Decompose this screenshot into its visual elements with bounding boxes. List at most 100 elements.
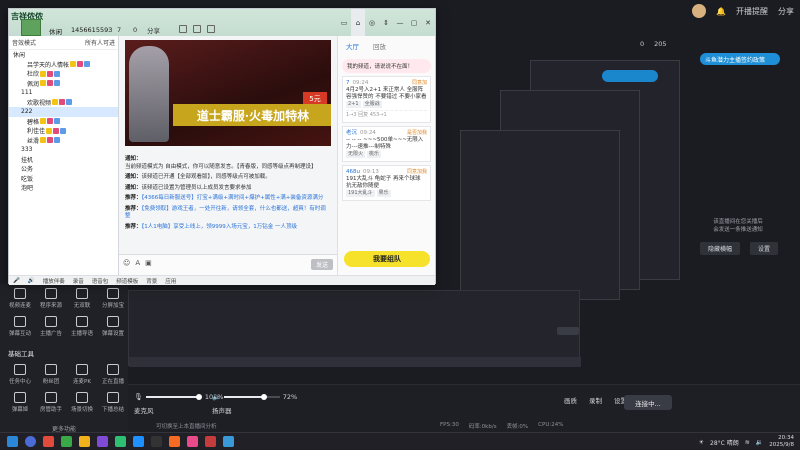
app-icon-3[interactable] (97, 436, 108, 447)
join-team-button[interactable]: 我要组队 (344, 251, 430, 267)
channel-template-button[interactable]: 频道模板 (116, 277, 138, 285)
tree-channel[interactable]: 222 (9, 107, 118, 117)
message-text[interactable]: 【4366每日新服送号】打宝+满级+满时间+爆护+属性+满+装备资源满分 (142, 195, 324, 201)
remind-label[interactable]: 开播提醒 (736, 6, 768, 17)
tool-tip[interactable]: 主播导语 (68, 316, 96, 342)
speaker-slider[interactable] (223, 394, 280, 400)
home-icon[interactable]: ⌂ (351, 9, 365, 36)
go-live-button[interactable]: 连接中... (624, 395, 672, 410)
gift-icon[interactable] (179, 25, 187, 33)
game-ad-banner[interactable]: 5元 道士霸服·火毒加特林 (125, 40, 331, 146)
message-text[interactable]: 【免费领取】游戏王者，一处开往新，请领全套，什么也都送，超爽！有时调整 (125, 206, 326, 220)
notice-icon[interactable]: 🔔 (716, 7, 726, 16)
tool-fans[interactable]: 粉丝团 (37, 364, 65, 390)
emoji-icon[interactable]: ☺ (123, 259, 130, 267)
menu-icon[interactable] (207, 25, 215, 33)
quality-button[interactable]: 画质 (564, 395, 577, 405)
wifi-icon[interactable]: ≋ (745, 439, 750, 446)
search-icon[interactable] (25, 436, 36, 447)
tool-split[interactable]: 分屏加宝 (99, 288, 127, 314)
card-reply[interactable]: 1→3 回复 453→1 (346, 110, 427, 119)
tree-channel[interactable]: 泡吧 (9, 183, 118, 193)
tree-user[interactable]: 佩润 (9, 79, 118, 89)
close-icon[interactable]: ✕ (421, 9, 435, 36)
tool-summary[interactable]: 下播总结 (99, 392, 127, 418)
restore-icon[interactable]: ▢ (407, 9, 421, 36)
tool-program[interactable]: 程序来源 (37, 288, 65, 314)
mode-selector[interactable]: 音效模式 (12, 38, 36, 47)
app-icon-1[interactable] (43, 436, 54, 447)
mic-slider[interactable] (145, 394, 202, 400)
tool-video-link[interactable]: 视频连麦 (6, 288, 34, 314)
tool-task[interactable]: 任务中心 (6, 364, 34, 390)
tool-danmaku[interactable]: 弹幕互动 (6, 316, 34, 342)
expand-icon[interactable]: ⇕ (379, 9, 393, 36)
message-text[interactable]: 【1人1电脑】享受上线上，领9999入场元宝，1万钻金 一人顶级 (142, 224, 298, 230)
tool-ad[interactable]: 主播广告 (37, 316, 65, 342)
tree-channel[interactable]: 吃饭 (9, 174, 118, 184)
font-icon[interactable]: A (135, 259, 140, 267)
voice-pack-button[interactable]: 语音包 (92, 277, 109, 285)
record-button[interactable]: 录音 (73, 277, 84, 285)
image-icon[interactable]: ▣ (145, 259, 152, 267)
app-icon-7[interactable] (205, 436, 216, 447)
tree-channel[interactable]: 111 (9, 88, 118, 98)
wechat-icon[interactable] (115, 436, 126, 447)
tree-user[interactable]: 欢歌视频 (9, 98, 118, 108)
hall-notice-bar[interactable]: 我的频道，请说说不在面！ (342, 59, 431, 73)
app-icon-6[interactable] (187, 436, 198, 447)
tool-manager[interactable]: 房管助手 (37, 392, 65, 418)
gamepad-icon[interactable]: ◎ (365, 9, 379, 36)
team-card[interactable]: 468u 09:13 同意加我 191大乱斗 龟蛇子 再来个球球 抗无敌你随便 191大… (342, 165, 431, 201)
minimize-icon[interactable]: — (393, 9, 407, 36)
speaker-icon[interactable]: 🔊 (28, 278, 35, 284)
tree-user[interactable]: 碧格 (9, 117, 118, 127)
notice-settings-button[interactable]: 设置 (750, 242, 779, 255)
tool-danmaku-girl[interactable]: 弹幕姬 (6, 392, 34, 418)
douyu-icon[interactable] (169, 436, 180, 447)
message-icon[interactable] (193, 25, 201, 33)
promo-banner[interactable]: 斗鱼潜力主播签约政策 (700, 53, 780, 65)
tool-multi[interactable]: 无双联 (68, 288, 96, 314)
hide-banner-button[interactable]: 隐藏横幅 (700, 242, 741, 255)
tab-replay[interactable]: 回放 (373, 41, 386, 51)
bgm-button[interactable]: 播放伴奏 (43, 277, 65, 285)
user-avatar[interactable] (692, 4, 707, 18)
app-icon-4[interactable] (133, 436, 144, 447)
app-icon-5[interactable] (151, 436, 162, 447)
apps-button[interactable]: 应用 (165, 277, 176, 285)
tree-user[interactable]: 利佳佳 (9, 126, 118, 136)
share-label[interactable]: 分享 (778, 6, 794, 17)
channel-share-button[interactable]: 分享 (147, 25, 160, 35)
tool-pk[interactable]: 连麦PK (68, 364, 96, 390)
tree-user[interactable]: 吕学天的人情帐 (9, 60, 118, 70)
windows-start-icon[interactable] (7, 436, 18, 447)
app-icon-2[interactable] (61, 436, 72, 447)
mic-icon[interactable]: 🎤 (13, 278, 20, 284)
weather-text[interactable]: 28°C 晴朗 (710, 438, 739, 447)
mic-icon[interactable]: 🎙 (134, 393, 143, 401)
tree-user[interactable]: 丝滑 (9, 136, 118, 146)
tree-channel[interactable]: 333 (9, 145, 118, 155)
app-icon-8[interactable] (223, 436, 234, 447)
card-join-link[interactable]: 同意加 (412, 80, 427, 87)
record-button[interactable]: 录制 (589, 395, 602, 405)
tree-channel[interactable]: 公务 (9, 164, 118, 174)
tree-channel[interactable]: 休闲 (9, 50, 118, 60)
send-button[interactable]: 发送 (311, 259, 333, 270)
channel-avatar[interactable] (21, 19, 41, 36)
card-join-link[interactable]: 是否加我 (407, 130, 427, 137)
team-card[interactable]: 7 09:24 同意加 4月2号入2+1 来正常人 全服阵容强悍赞的 不要错过 不要小… (342, 76, 431, 123)
tree-channel[interactable]: 挂机 (9, 155, 118, 165)
tool-live[interactable]: 正在直播 (99, 364, 127, 390)
team-card[interactable]: 老沉 09:24 是否加我 -- -- -- ~~~500单~~~无限入力---速推-… (342, 126, 431, 162)
tool-danmaku-settings[interactable]: 弹幕设置 (99, 316, 127, 342)
speaker-icon[interactable]: 🔈 (212, 393, 221, 401)
file-explorer-icon[interactable] (79, 436, 90, 447)
card-join-link[interactable]: 同意加我 (407, 169, 427, 176)
background-button[interactable]: 背景 (146, 277, 157, 285)
tool-scene[interactable]: 场景切换 (68, 392, 96, 418)
tree-user[interactable]: 杜欣 (9, 69, 118, 79)
volume-icon[interactable]: 🔉 (756, 439, 763, 446)
video-icon[interactable]: ▭ (337, 9, 351, 36)
